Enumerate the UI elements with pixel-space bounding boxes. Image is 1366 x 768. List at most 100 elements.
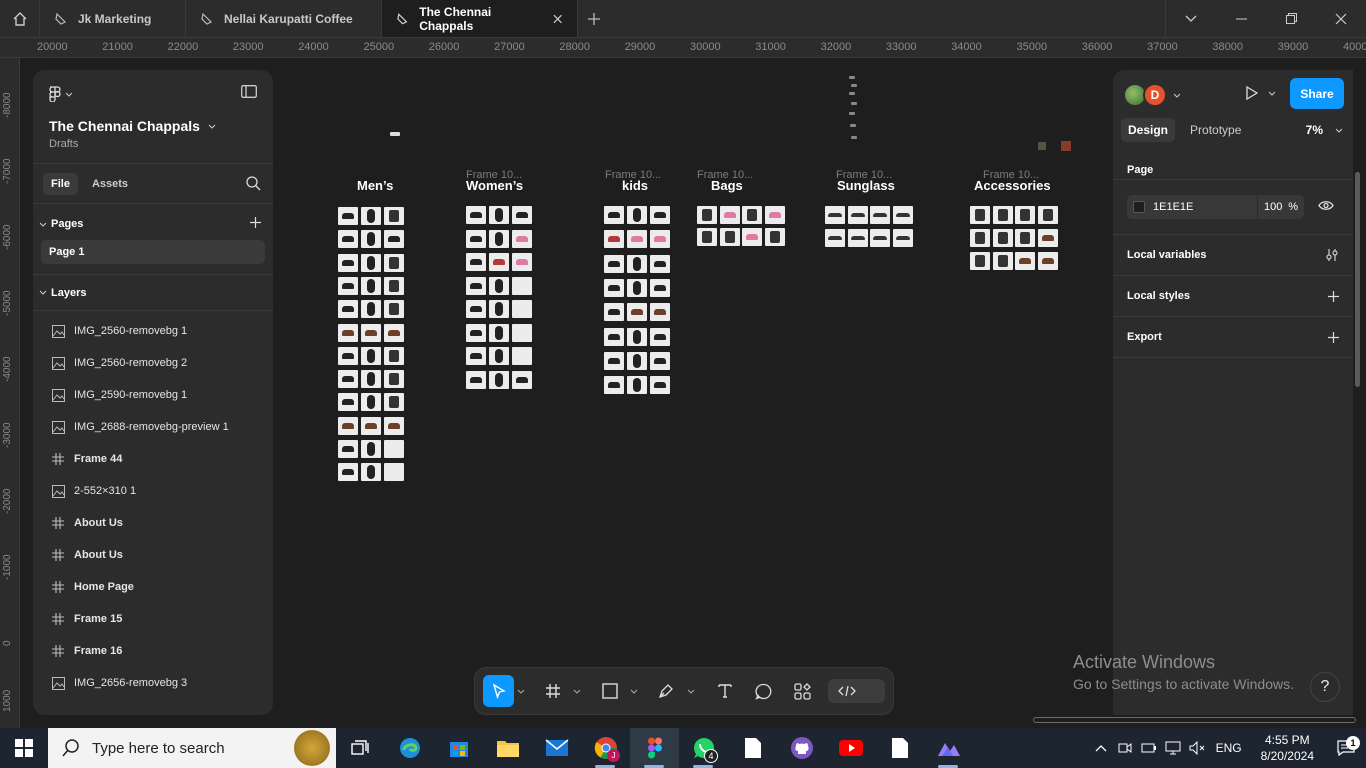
language-indicator[interactable]: ENG [1209, 741, 1249, 755]
product-image-thumb[interactable] [650, 327, 670, 346]
product-image-thumb[interactable] [512, 253, 532, 271]
product-image-thumb[interactable] [361, 463, 381, 482]
show-hidden-icons-button[interactable] [1089, 744, 1113, 752]
product-image-thumb[interactable] [604, 206, 624, 224]
tab-design[interactable]: Design [1121, 118, 1176, 142]
product-image-thumb[interactable] [338, 323, 358, 342]
main-menu-button[interactable] [49, 86, 73, 102]
tab-list-dropdown[interactable] [1166, 0, 1216, 37]
product-image-thumb[interactable] [627, 327, 647, 346]
product-image-thumb[interactable] [466, 206, 486, 224]
vertical-scrollbar[interactable] [1355, 172, 1360, 387]
product-image-thumb[interactable] [338, 370, 358, 389]
product-image-thumb[interactable] [489, 370, 509, 389]
canvas-image[interactable] [390, 132, 400, 136]
close-window-button[interactable] [1316, 0, 1366, 37]
home-button[interactable] [0, 0, 40, 37]
plus-icon[interactable] [1328, 331, 1339, 343]
product-image-thumb[interactable] [489, 229, 509, 248]
taskbar-chrome[interactable]: J [581, 728, 630, 768]
product-image-thumb[interactable] [384, 440, 404, 458]
horizontal-scrollbar[interactable] [1033, 717, 1356, 723]
product-image-thumb[interactable] [604, 230, 624, 249]
taskbar-app[interactable] [924, 728, 973, 768]
export-row[interactable]: Export [1113, 317, 1353, 358]
taskbar-search[interactable]: Type here to search [48, 728, 336, 768]
product-image-thumb[interactable] [870, 229, 890, 247]
product-image-thumb[interactable] [719, 206, 740, 224]
product-image-thumb[interactable] [338, 393, 358, 412]
add-page-button[interactable] [250, 217, 261, 231]
taskbar-figma[interactable] [630, 728, 679, 768]
product-image-thumb[interactable] [627, 351, 647, 370]
product-image-thumb[interactable] [384, 230, 404, 249]
frame-tool[interactable] [536, 675, 571, 707]
layers-section-toggle[interactable]: Layers [39, 287, 86, 299]
product-image-thumb[interactable] [512, 347, 532, 365]
product-image-thumb[interactable] [338, 253, 358, 272]
taskbar-file-explorer[interactable] [483, 728, 532, 768]
toggle-visibility-button[interactable] [1318, 198, 1334, 216]
tab-nellai-karupatti-coffee[interactable]: Nellai Karupatti Coffee [186, 0, 382, 37]
product-image-thumb[interactable] [361, 276, 381, 295]
product-image-thumb[interactable] [466, 323, 486, 342]
frame-title-sunglass[interactable]: Sunglass [837, 178, 895, 193]
product-image-thumb[interactable] [466, 229, 486, 248]
close-tab-icon[interactable] [552, 13, 563, 25]
product-image-thumb[interactable] [650, 376, 670, 395]
taskbar-whatsapp[interactable]: 4 [679, 728, 728, 768]
product-image-thumb[interactable] [892, 206, 913, 224]
product-image-thumb[interactable] [512, 206, 532, 224]
product-image-thumb[interactable] [384, 393, 404, 412]
product-image-thumb[interactable] [384, 207, 404, 225]
pen-tool[interactable] [649, 675, 684, 707]
product-image-thumb[interactable] [742, 206, 762, 224]
meet-now-icon[interactable] [1113, 742, 1137, 754]
product-image-thumb[interactable] [338, 463, 358, 482]
notification-center-button[interactable]: 1 [1326, 736, 1366, 756]
frame-tool-dropdown[interactable] [571, 675, 585, 707]
frame-title-mens[interactable]: Men’s [357, 178, 393, 193]
tab-prototype[interactable]: Prototype [1183, 118, 1248, 142]
product-image-thumb[interactable] [650, 254, 670, 273]
product-image-thumb[interactable] [650, 351, 670, 370]
clock[interactable]: 4:55 PM 8/20/2024 [1261, 732, 1314, 764]
product-image-thumb[interactable] [650, 278, 670, 297]
product-image-thumb[interactable] [361, 370, 381, 389]
tab-assets[interactable]: Assets [84, 173, 136, 195]
pages-section-toggle[interactable]: Pages [39, 218, 83, 230]
layer-item[interactable]: Home Page [33, 571, 273, 603]
restore-button[interactable] [1266, 0, 1316, 37]
product-image-thumb[interactable] [627, 278, 647, 297]
product-image-thumb[interactable] [361, 300, 381, 319]
product-image-thumb[interactable] [825, 206, 845, 224]
move-tool[interactable] [483, 675, 515, 707]
toggle-sidebar-button[interactable] [241, 85, 257, 103]
product-image-thumb[interactable] [1037, 206, 1058, 224]
taskbar-document-2[interactable] [875, 728, 924, 768]
new-tab-button[interactable] [578, 0, 610, 37]
product-image-thumb[interactable] [384, 463, 404, 482]
product-image-thumb[interactable] [338, 207, 358, 225]
layer-item[interactable]: IMG_2560-removebg 2 [33, 347, 273, 379]
help-button[interactable]: ? [1310, 672, 1340, 702]
search-layers-button[interactable] [246, 176, 261, 196]
shape-tool-dropdown[interactable] [627, 675, 641, 707]
product-image-thumb[interactable] [338, 230, 358, 249]
start-button[interactable] [0, 728, 48, 768]
product-image-thumb[interactable] [512, 370, 532, 389]
product-image-thumb[interactable] [466, 276, 486, 295]
layer-item[interactable]: IMG_2656-removebg 3 [33, 667, 273, 699]
task-view-button[interactable] [336, 728, 385, 768]
chevron-down-icon[interactable] [1173, 93, 1181, 98]
color-swatch[interactable] [1133, 201, 1145, 213]
layer-item[interactable]: IMG_2688-removebg-preview 1 [33, 411, 273, 443]
product-image-thumb[interactable] [361, 207, 381, 225]
product-image-thumb[interactable] [697, 206, 717, 224]
layer-item[interactable]: IMG_2560-removebg 1 [33, 315, 273, 347]
layer-item[interactable]: Frame 16 [33, 635, 273, 667]
product-image-thumb[interactable] [361, 253, 381, 272]
product-image-thumb[interactable] [992, 206, 1013, 224]
product-image-thumb[interactable] [764, 228, 785, 246]
product-image-thumb[interactable] [650, 206, 670, 224]
